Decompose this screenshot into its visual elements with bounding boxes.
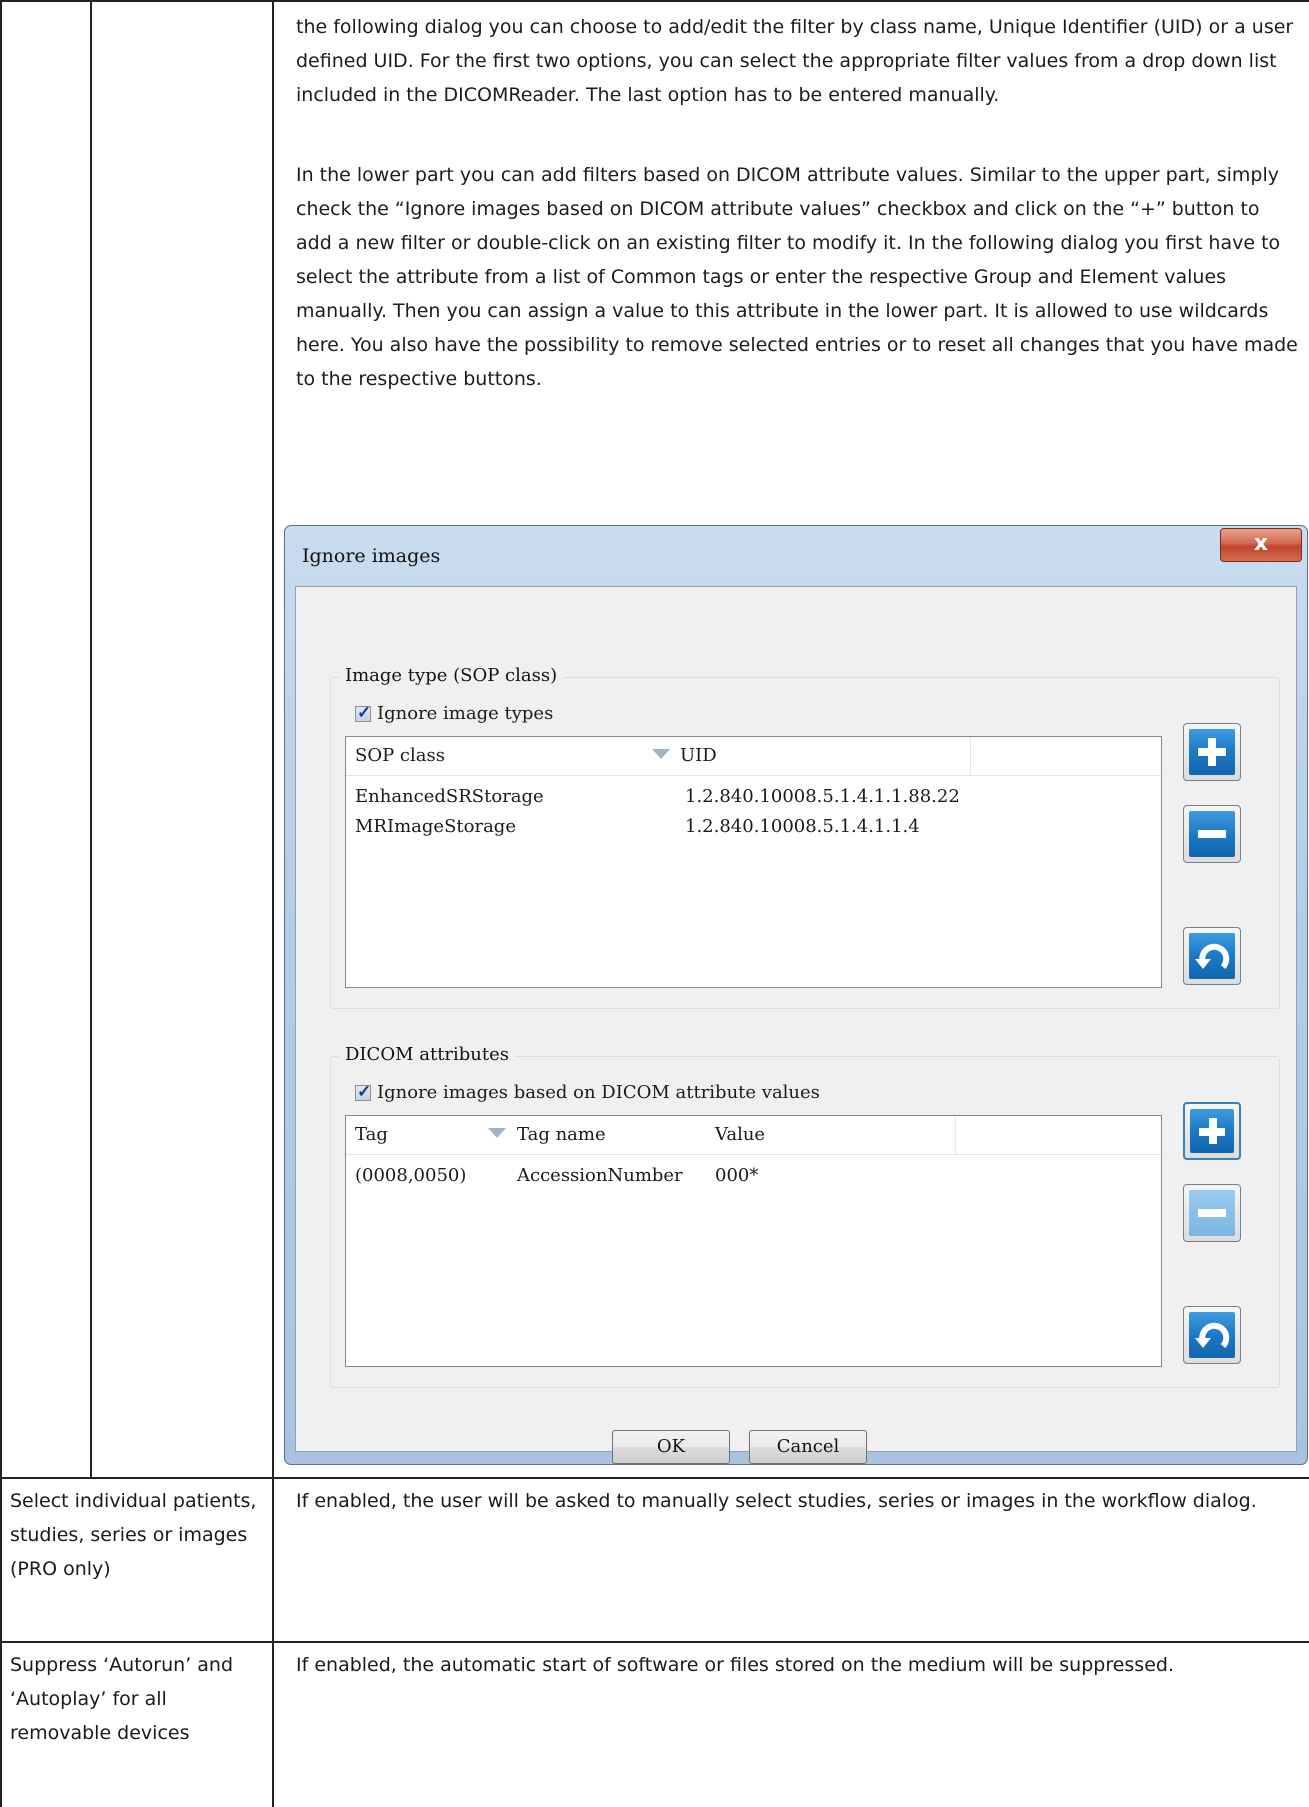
- uid-cell: 1.2.840.10008.5.1.4.1.1.88.22: [685, 786, 960, 807]
- uid-cell: 1.2.840.10008.5.1.4.1.1.4: [685, 816, 920, 837]
- undo-icon: [1195, 1322, 1230, 1349]
- remove-attribute-button[interactable]: [1183, 1184, 1241, 1242]
- reset-image-types-button[interactable]: [1183, 927, 1241, 985]
- remove-image-type-button[interactable]: [1183, 805, 1241, 863]
- inner-column-divider: [90, 0, 92, 1478]
- dialog-title: Ignore images: [302, 545, 441, 567]
- dicom-attributes-group: DICOM attributes Ignore images based on …: [330, 1044, 1280, 1388]
- tag-cell: (0008,0050): [355, 1165, 467, 1186]
- image-type-group: Image type (SOP class) Ignore image type…: [330, 665, 1280, 1009]
- row-desc-suppress-autorun: If enabled, the automatic start of softw…: [296, 1654, 1174, 1676]
- dialog-titlebar: Ignore images x: [285, 526, 1307, 586]
- paragraph-dicom-attributes: In the lower part you can add filters ba…: [296, 164, 1298, 390]
- ignore-image-types-checkbox[interactable]: Ignore image types: [355, 703, 553, 724]
- row-divider-2: [0, 1641, 1309, 1643]
- ignore-dicom-attributes-checkbox[interactable]: Ignore images based on DICOM attribute v…: [355, 1082, 820, 1103]
- table-row[interactable]: (0008,0050) AccessionNumber 000*: [346, 1161, 1161, 1191]
- minus-icon: [1198, 830, 1226, 838]
- row-divider-1: [0, 1477, 1309, 1479]
- column-header-value[interactable]: Value: [706, 1116, 956, 1154]
- sort-down-icon: [652, 749, 670, 759]
- row-label-select-individual: Select individual patients, studies, ser…: [10, 1490, 257, 1580]
- ignore-images-dialog: Ignore images x Image type (SOP class) I…: [284, 525, 1308, 1465]
- value-cell: 000*: [715, 1165, 759, 1186]
- dicom-attributes-group-title: DICOM attributes: [339, 1044, 516, 1065]
- reset-attributes-button[interactable]: [1183, 1306, 1241, 1364]
- table-top-border: [0, 0, 1309, 2]
- dicom-attribute-list-header: Tag Tag name Value: [346, 1116, 1161, 1155]
- sop-class-cell: MRImageStorage: [355, 816, 516, 837]
- column-header-sop-class[interactable]: SOP class: [346, 737, 671, 775]
- paragraph-filter-dialog: the following dialog you can choose to a…: [296, 16, 1294, 106]
- table-row[interactable]: EnhancedSRStorage 1.2.840.10008.5.1.4.1.…: [346, 782, 1161, 812]
- column-header-uid[interactable]: UID: [671, 737, 971, 775]
- image-type-group-title: Image type (SOP class): [339, 665, 564, 686]
- dicom-attribute-list[interactable]: Tag Tag name Value (0008,0050) Accession…: [345, 1115, 1162, 1367]
- checkbox-checked-icon: [355, 1082, 371, 1102]
- add-image-type-button[interactable]: [1183, 723, 1241, 781]
- ignore-image-types-label: Ignore image types: [377, 703, 554, 724]
- row-desc-select-individual: If enabled, the user will be asked to ma…: [296, 1490, 1257, 1512]
- row-label-suppress-autorun: Suppress ‘Autorun’ and ‘Autoplay’ for al…: [10, 1654, 234, 1744]
- checkbox-checked-icon: [355, 703, 371, 723]
- dialog-client-area: Image type (SOP class) Ignore image type…: [295, 586, 1297, 1464]
- ok-button[interactable]: OK: [612, 1430, 730, 1464]
- table-left-border: [0, 0, 2, 1807]
- minus-icon: [1198, 1209, 1226, 1217]
- tag-name-cell: AccessionNumber: [517, 1165, 683, 1186]
- sop-class-list-header: SOP class UID: [346, 737, 1161, 776]
- sop-class-cell: EnhancedSRStorage: [355, 786, 544, 807]
- column-divider: [272, 0, 274, 1807]
- ignore-dicom-attributes-label: Ignore images based on DICOM attribute v…: [377, 1082, 820, 1103]
- close-button[interactable]: x: [1220, 528, 1302, 562]
- column-header-tag[interactable]: Tag: [346, 1116, 508, 1154]
- sort-down-icon: [488, 1128, 506, 1138]
- table-row[interactable]: MRImageStorage 1.2.840.10008.5.1.4.1.1.4: [346, 812, 1161, 842]
- undo-icon: [1195, 943, 1230, 970]
- close-icon: x: [1253, 531, 1269, 556]
- sop-class-list[interactable]: SOP class UID EnhancedSRStorage 1.2.840.…: [345, 736, 1162, 988]
- add-attribute-button[interactable]: [1183, 1102, 1241, 1160]
- cancel-button[interactable]: Cancel: [749, 1430, 867, 1464]
- column-header-tag-name[interactable]: Tag name: [508, 1116, 706, 1154]
